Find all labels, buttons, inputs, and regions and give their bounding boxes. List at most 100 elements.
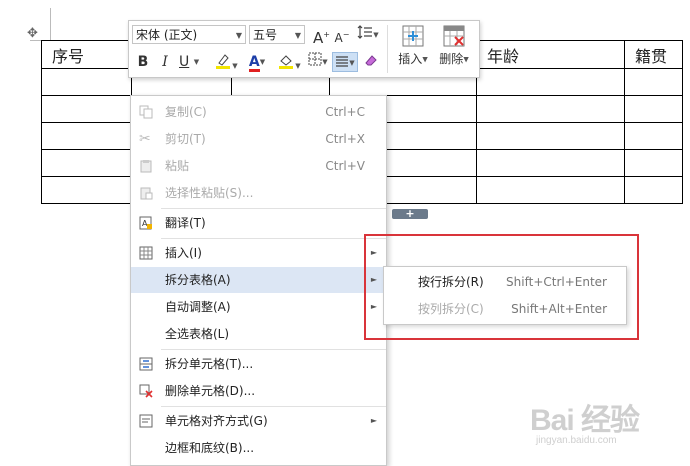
menu-item-shortcut: Ctrl+C [325,105,365,119]
insert-table-icon [402,25,424,47]
chevron-down-icon: ▼ [294,31,301,40]
shading-button[interactable]: ▼ [273,52,305,72]
menu-item-insert[interactable]: 插入(I) ► [131,240,385,266]
menu-item-paste-special[interactable]: 选择性粘贴(S)... [131,180,385,206]
context-menu: 复制(C) Ctrl+C ✂ 剪切(T) Ctrl+X 粘贴 Ctrl+V 选择… [130,95,387,466]
menu-item-label: 剪切(T) [165,132,206,146]
table-cell[interactable] [624,176,683,204]
watermark-brand: Bai 经验 [530,404,640,437]
chevron-right-icon: ► [370,416,377,425]
highlight-button[interactable]: ▼ [209,52,243,72]
format-painter-button[interactable] [361,52,381,72]
font-size-select[interactable]: 五号 ▼ [249,25,305,44]
table-cell[interactable] [41,95,132,123]
bold-button[interactable]: B [135,52,151,72]
line-spacing-button[interactable]: ▼ [354,25,382,45]
line-spacing-icon [357,25,373,39]
table-header-cell[interactable]: 年龄 [476,40,625,69]
delete-cells-icon [139,384,153,398]
split-cells-icon [139,357,153,371]
delete-table-button[interactable]: 删除▼ [432,25,476,67]
baidu-watermark: Bai 经验 jingyan.baidu.com [530,395,640,446]
table-cell[interactable] [476,176,625,204]
insert-table-button[interactable]: 插入▼ [391,25,435,67]
menu-item-auto-fit[interactable]: 自动调整(A) ► [131,294,385,320]
menu-separator [161,349,386,350]
menu-item-copy[interactable]: 复制(C) Ctrl+C [131,99,385,125]
table-cell[interactable] [41,149,132,177]
menu-item-label: 边框和底纹(B)... [165,441,255,455]
menu-item-paste[interactable]: 粘贴 Ctrl+V [131,153,385,179]
menu-separator [161,406,386,407]
table-cell[interactable] [41,122,132,150]
menu-item-label: 复制(C) [165,105,207,119]
font-color-button[interactable]: A▼ [241,52,273,72]
table-cell[interactable] [476,122,625,150]
add-row-button[interactable]: + [392,208,428,219]
menu-item-cell-alignment[interactable]: 单元格对齐方式(G) ► [131,408,385,434]
menu-item-label: 全选表格(L) [165,327,230,341]
underline-icon: U [179,54,190,70]
menu-item-label: 自动调整(A) [165,300,231,314]
table-icon [139,246,153,260]
table-cell[interactable] [476,149,625,177]
menu-item-borders-shading[interactable]: 边框和底纹(B)... [131,435,385,461]
menu-item-translate[interactable]: A 翻译(T) [131,210,385,236]
italic-button[interactable]: I [157,52,173,72]
menu-item-select-table[interactable]: 全选表格(L) [131,321,385,347]
grow-font-button[interactable]: A+ [313,25,330,47]
alignment-button[interactable]: ▼ [332,52,358,72]
eraser-icon [365,55,377,66]
table-cell[interactable] [476,68,625,96]
table-cell[interactable] [624,68,683,96]
table-cell[interactable] [624,122,683,150]
menu-item-label: 删除单元格(D)... [165,384,256,398]
chevron-down-icon: ▼ [235,31,242,40]
table-cell[interactable] [624,95,683,123]
translate-icon: A [139,216,152,230]
table-cell[interactable] [624,149,683,177]
font-name-value: 宋体 (正文) [136,28,198,42]
menu-item-label: 粘贴 [165,159,190,173]
menu-item-split-cells[interactable]: 拆分单元格(T)... [131,351,385,377]
paint-bucket-icon [279,55,294,69]
annotation-highlight-box [364,234,639,340]
toolbar-divider [387,25,388,73]
menu-item-label: 选择性粘贴(S)... [165,186,254,200]
font-size-value: 五号 [253,28,278,42]
menu-item-label: 单元格对齐方式(G) [165,414,268,428]
insert-label: 插入 [398,52,423,66]
border-grid-icon [308,52,322,66]
margin-guide-vertical [50,8,51,40]
menu-item-shortcut: Ctrl+X [325,132,365,146]
table-cell[interactable] [476,95,625,123]
clipboard-icon [140,160,152,173]
table-move-handle-icon[interactable]: ✥ [27,27,41,41]
shrink-font-icon: A [334,31,343,45]
menu-item-label: 拆分表格(A) [165,273,231,287]
menu-separator [161,208,386,209]
font-color-icon: A [248,54,260,72]
menu-item-label: 翻译(T) [165,216,206,230]
scissors-icon: ✂ [139,131,151,147]
highlighter-icon [216,54,231,69]
font-name-select[interactable]: 宋体 (正文) ▼ [132,25,246,44]
table-header-cell[interactable]: 籍贯 [624,40,683,69]
mini-toolbar: 宋体 (正文) ▼ 五号 ▼ A+ A− ▼ B I U ▼ ▼ A▼ ▼ ▼ … [128,20,480,78]
menu-item-shortcut: Ctrl+V [325,159,365,173]
delete-label: 删除 [439,52,464,66]
align-justify-icon [336,56,349,67]
borders-button[interactable]: ▼ [305,52,331,72]
underline-button[interactable]: U ▼ [179,52,205,72]
table-cell[interactable] [41,68,132,96]
table-header-cell[interactable]: 序号 [41,40,132,69]
delete-table-icon [443,25,465,47]
menu-item-cut[interactable]: ✂ 剪切(T) Ctrl+X [131,126,385,152]
menu-separator [161,238,386,239]
menu-item-delete-cells[interactable]: 删除单元格(D)... [131,378,385,404]
menu-item-split-table[interactable]: 拆分表格(A) ► [131,267,385,293]
menu-item-label: 插入(I) [165,246,202,260]
shrink-font-button[interactable]: A− [334,25,350,45]
cell-alignment-icon [139,414,153,428]
table-cell[interactable] [41,176,132,204]
